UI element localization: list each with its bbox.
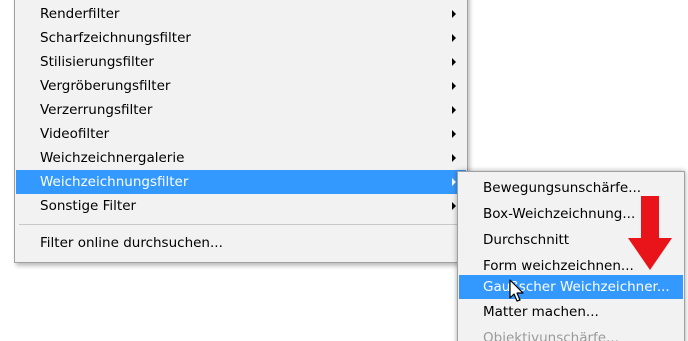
red-down-arrow-icon: [628, 196, 672, 270]
menu-separator: [19, 224, 463, 225]
submenu-arrow-icon: [452, 106, 456, 114]
menu-item-label: Weichzeichnungsfilter: [40, 174, 189, 190]
menu-item-label: Box-Weichzeichnung...: [483, 206, 636, 222]
submenu-arrow-icon: [452, 58, 456, 66]
menu-item-label: Sonstige Filter: [40, 198, 137, 214]
menu-item-label: Renderfilter: [40, 6, 120, 22]
menu-item-label: Objektivunschärfe...: [483, 330, 619, 341]
menu-item-weichzeichnergalerie[interactable]: Weichzeichnergalerie: [16, 146, 466, 170]
menu-item-label: Verzerrungsfilter: [40, 102, 153, 118]
menu-item-label: Bewegungsunschärfe...: [483, 180, 642, 196]
submenu-arrow-icon: [452, 154, 456, 162]
menu-item-stilisierungsfilter[interactable]: Stilisierungsfilter: [16, 50, 466, 74]
menu-item-label: Vergröberungsfilter: [40, 78, 171, 94]
submenu-arrow-icon: [452, 10, 456, 18]
submenu-arrow-icon: [452, 130, 456, 138]
menu-item-sonstige-filter[interactable]: Sonstige Filter: [16, 194, 466, 218]
menu-item-label: Stilisierungsfilter: [40, 54, 154, 70]
menu-item-vergroeberungsfilter[interactable]: Vergröberungsfilter: [16, 74, 466, 98]
screenshot-stage: Renderfilter Scharfzeichnungsfilter Stil…: [0, 0, 688, 341]
menu-item-scharfzeichnungsfilter[interactable]: Scharfzeichnungsfilter: [16, 26, 466, 50]
menu-item-label: Videofilter: [40, 126, 110, 142]
mouse-cursor-icon: [509, 279, 524, 302]
filter-menu: Renderfilter Scharfzeichnungsfilter Stil…: [14, 0, 468, 263]
menu-item-label: Weichzeichnergalerie: [40, 150, 185, 166]
submenu-arrow-icon: [452, 178, 456, 186]
submenu-arrow-icon: [452, 202, 456, 210]
menu-item-label: Matter machen...: [483, 304, 599, 320]
submenu-arrow-icon: [452, 34, 456, 42]
submenu-item-matter-machen[interactable]: Matter machen...: [459, 300, 683, 324]
menu-item-weichzeichnungsfilter[interactable]: Weichzeichnungsfilter: [16, 170, 466, 194]
menu-item-videofilter[interactable]: Videofilter: [16, 122, 466, 146]
menu-item-filter-online[interactable]: Filter online durchsuchen...: [16, 231, 466, 255]
menu-item-verzerrungsfilter[interactable]: Verzerrungsfilter: [16, 98, 466, 122]
submenu-arrow-icon: [452, 82, 456, 90]
menu-item-label: Filter online durchsuchen...: [40, 235, 223, 251]
submenu-item-gaussscher-weichzeichner[interactable]: Gaußscher Weichzeichner...: [459, 275, 683, 299]
menu-item-label: Scharfzeichnungsfilter: [40, 30, 191, 46]
menu-item-renderfilter[interactable]: Renderfilter: [16, 2, 466, 26]
submenu-item-objektivunschaerfe: Objektivunschärfe...: [459, 326, 683, 341]
menu-item-label: Durchschnitt: [483, 232, 570, 248]
